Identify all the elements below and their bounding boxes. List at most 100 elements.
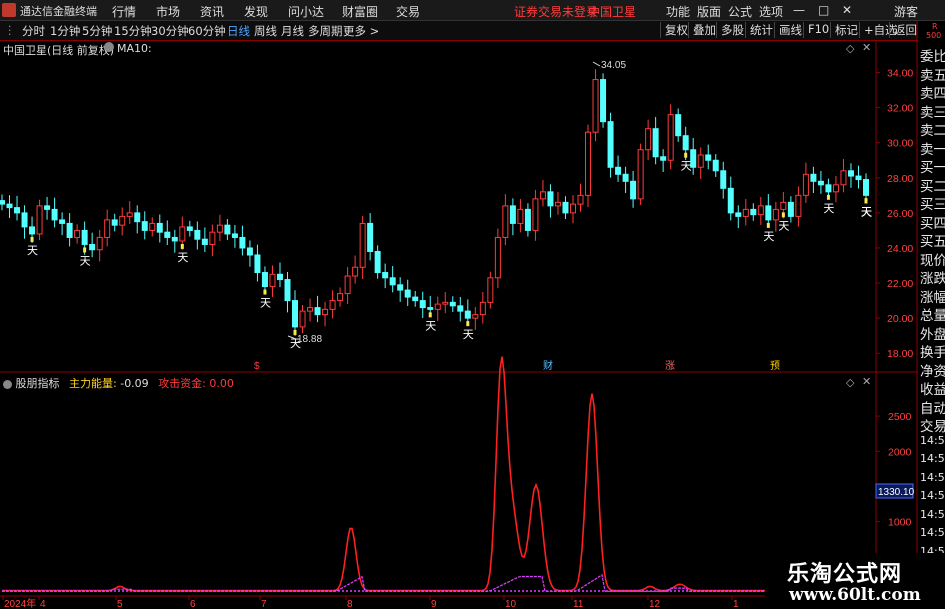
candle-body [329, 300, 336, 310]
time-tick-label: 7 [261, 599, 267, 609]
side-panel-item[interactable]: 换手 [920, 341, 945, 361]
candle-body [0, 200, 5, 205]
side-panel-item[interactable]: 涨幅 [920, 286, 945, 306]
candle-body [141, 221, 148, 231]
candle-body [419, 300, 426, 309]
side-panel-item[interactable]: 卖一 [920, 138, 945, 158]
candle-body [667, 114, 674, 161]
indicator-option-diamond-icon[interactable]: ◇ [846, 376, 854, 389]
candle-body [727, 187, 734, 214]
tian-marker: 天 [823, 203, 834, 215]
chart-close-icon[interactable]: ✕ [862, 41, 871, 54]
main-force-line [2, 356, 866, 592]
candle-body [337, 293, 344, 302]
side-panel-item[interactable]: 收益 [920, 378, 945, 398]
side-panel-item[interactable]: 现价 [920, 249, 945, 269]
side-panel-item[interactable]: 交易 [920, 415, 945, 435]
side-panel-item[interactable]: 14:56 [920, 434, 945, 447]
side-panel-item[interactable]: 外盘 [920, 323, 945, 343]
event-tag-limit-up[interactable]: 涨 [665, 360, 675, 372]
side-panel-item[interactable]: 买五 [920, 230, 945, 250]
candle-body [89, 243, 96, 251]
candle-body [720, 170, 727, 189]
candle-body [14, 207, 21, 214]
event-tag-dividend[interactable]: $ [254, 361, 260, 372]
candle-body [494, 236, 501, 279]
indicator-name[interactable]: 股朋指标 [16, 377, 60, 390]
price-tick-label: 30.00 [887, 138, 913, 150]
candle-body [149, 222, 156, 231]
candle-body [21, 212, 28, 228]
indicator-close-icon[interactable]: ✕ [862, 375, 871, 388]
candle-body [675, 114, 682, 137]
candle-body [261, 272, 268, 288]
candle-body [434, 303, 441, 310]
side-panel-item[interactable]: 14:56 [920, 489, 945, 502]
main-force-label: 主力能量: [69, 377, 117, 390]
candle-body [404, 289, 411, 298]
side-panel-item[interactable]: 14:56 [920, 471, 945, 484]
candle-body [322, 308, 329, 316]
candle-body [449, 301, 456, 307]
candle-body [299, 310, 306, 328]
candle-body [509, 205, 516, 224]
side-panel-item[interactable]: 总量 [920, 304, 945, 324]
candle-body [645, 128, 652, 151]
candle-body [397, 284, 404, 291]
candle-body [126, 212, 133, 217]
side-panel-r: R [932, 22, 938, 31]
side-panel-item[interactable]: 自动 [920, 397, 945, 417]
side-panel-item[interactable]: 委比 [920, 45, 945, 65]
candle-body [179, 226, 186, 242]
candle-body [164, 231, 171, 238]
attack-funds-line [2, 573, 866, 592]
watermark-title: 乐淘公式网 [787, 562, 903, 587]
candle-body [772, 208, 779, 221]
chart-settings-icon[interactable] [104, 42, 114, 52]
candle-body [697, 154, 704, 168]
candle-body [660, 156, 667, 161]
price-tick-label: 34.00 [887, 68, 913, 80]
candle-body [292, 300, 299, 328]
ma10-label: MA10: [117, 42, 152, 55]
tian-marker: 天 [861, 206, 872, 218]
candle-body [111, 219, 118, 226]
side-panel-item[interactable]: 卖五 [920, 64, 945, 84]
side-panel-item[interactable]: 卖四 [920, 82, 945, 102]
candle-body [735, 212, 742, 217]
event-tag-forecast[interactable]: 预 [770, 360, 780, 372]
side-panel-item[interactable]: 买二 [920, 175, 945, 195]
side-panel-item[interactable]: 买一 [920, 156, 945, 176]
tian-signal-bar [428, 312, 432, 318]
event-tag-finance[interactable]: 财 [543, 359, 553, 372]
tian-signal-bar [864, 198, 868, 204]
time-tick-label: 1 [733, 599, 739, 609]
candle-body [314, 307, 321, 316]
side-panel-item[interactable]: 14:56 [920, 526, 945, 539]
side-panel-item[interactable]: 买四 [920, 212, 945, 232]
candle-body [352, 266, 359, 277]
time-tick-label: 6 [190, 599, 196, 609]
candle-body [359, 222, 366, 268]
side-panel-item[interactable]: 14:56 [920, 508, 945, 521]
candle-body [712, 159, 719, 172]
side-panel-item[interactable]: 净资 [920, 360, 945, 380]
chart-option-diamond-icon[interactable]: ◇ [846, 42, 854, 55]
candle-body [412, 296, 419, 302]
side-panel-item[interactable]: 买三 [920, 193, 945, 213]
low-price-label: 18.88 [297, 334, 322, 345]
side-panel-item[interactable]: 卖三 [920, 101, 945, 121]
candle-body [344, 275, 351, 295]
kline-chart[interactable]: 天天 天天天天天天天天天 天天天天 34.0032.0030.0028.0026.0… [0, 0, 945, 609]
candle-body [209, 231, 216, 245]
candle-body [36, 205, 43, 235]
indicator-settings-icon[interactable] [3, 379, 12, 389]
side-panel-item[interactable]: 14:56 [920, 452, 945, 465]
candle-body [442, 301, 449, 305]
candle-body [802, 173, 809, 196]
price-tick-label: 28.00 [887, 173, 913, 185]
attack-funds-value: 0.00 [209, 377, 234, 390]
side-panel-item[interactable]: 卖二 [920, 119, 945, 139]
side-panel-item[interactable]: 涨跌 [920, 267, 945, 287]
candle-body [59, 219, 66, 224]
